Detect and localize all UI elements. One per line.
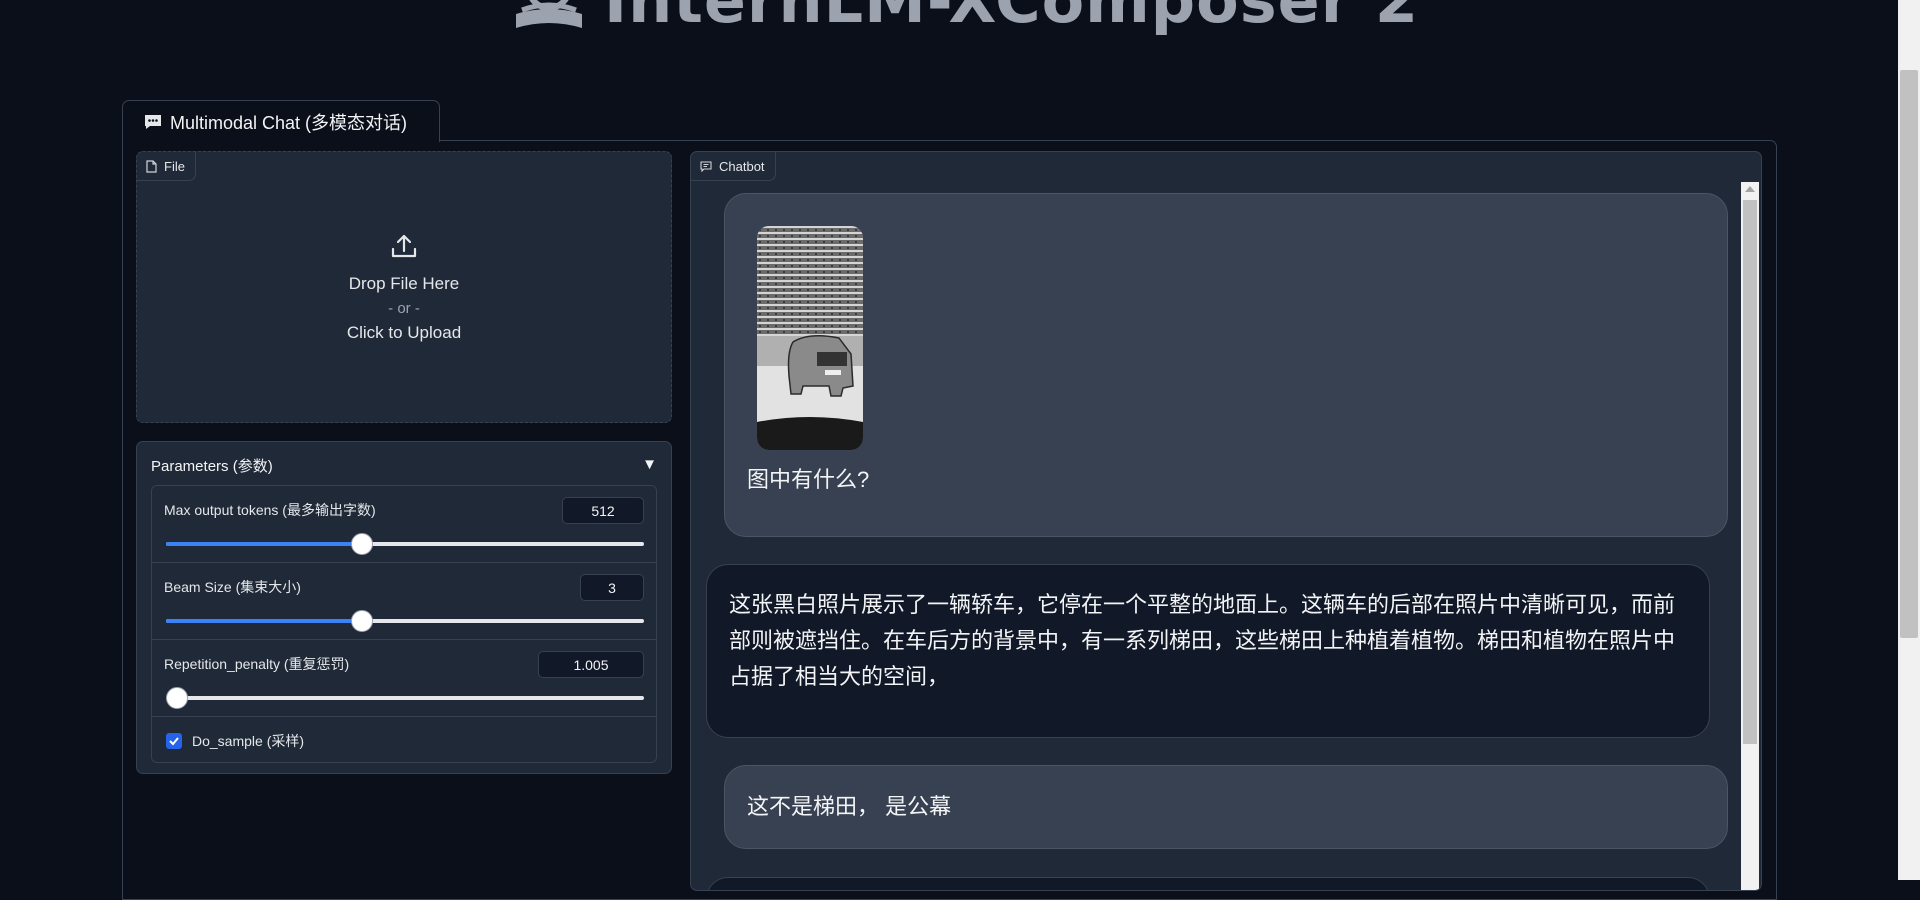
slider-fill xyxy=(166,619,362,623)
parameters-title[interactable]: Parameters (参数) xyxy=(151,455,273,476)
slider-max-output-tokens: Max output tokens (最多输出字数) 512 xyxy=(152,486,656,563)
message-text: 图中有什么? xyxy=(747,467,870,492)
slider-repetition-penalty: Repetition_penalty (重复惩罚) 1.005 xyxy=(152,640,656,717)
max-tokens-number-input[interactable]: 512 xyxy=(562,497,644,524)
repetition-penalty-number-input[interactable]: 1.005 xyxy=(538,651,644,678)
accordion-toggle-icon[interactable]: ▼ xyxy=(642,456,657,473)
chat-scrollbar-thumb[interactable] xyxy=(1743,200,1757,744)
message-text: 这不是梯田， 是公幕 xyxy=(747,794,952,819)
slider-thumb[interactable] xyxy=(350,533,373,555)
chatbot-label: Chatbot xyxy=(719,158,765,174)
chat-message-bot: 这张黑白照片展示了一辆轿车，它停在一个平整的地面上。这辆车的后部在照片中清晰可见… xyxy=(706,564,1710,738)
do-sample-label: Do_sample (采样) xyxy=(192,732,305,749)
slider-track[interactable] xyxy=(166,610,644,632)
scroll-up-arrow-icon[interactable] xyxy=(1745,186,1755,192)
chatbot-block-label: Chatbot xyxy=(691,152,776,181)
slider-fill xyxy=(166,542,362,546)
tab-label: Multimodal Chat (多模态对话) xyxy=(170,112,408,133)
file-block-label: File xyxy=(137,152,196,181)
slider-track[interactable] xyxy=(166,533,644,555)
parameters-accordion: Parameters (参数) ▼ Max output tokens (最多输… xyxy=(136,441,672,774)
do-sample-row: Do_sample (采样) xyxy=(152,717,656,762)
logo-icon xyxy=(516,0,582,28)
checkmark-icon xyxy=(169,736,179,745)
file-label: File xyxy=(164,158,185,174)
upload-icon xyxy=(391,234,417,258)
file-upload-dropzone[interactable]: File Drop File Here - or - Click to Uplo… xyxy=(136,151,672,423)
click-to-upload-text[interactable]: Click to Upload xyxy=(347,323,461,343)
slider-label: Beam Size (集束大小) xyxy=(164,579,301,595)
slider-thumb[interactable] xyxy=(166,687,188,709)
beam-size-number-input[interactable]: 3 xyxy=(580,574,644,601)
app-title: InternLM-XComposer 2 xyxy=(604,0,1420,37)
tab-multimodal-chat[interactable]: Multimodal Chat (多模态对话) xyxy=(122,100,440,142)
slider-beam-size: Beam Size (集束大小) 3 xyxy=(152,563,656,640)
uploaded-image-thumbnail[interactable] xyxy=(757,226,863,450)
drop-file-text: Drop File Here xyxy=(348,274,460,293)
slider-track[interactable] xyxy=(166,687,644,709)
do-sample-checkbox[interactable] xyxy=(166,732,182,749)
or-text: - or - xyxy=(388,300,420,317)
slider-label: Max output tokens (最多输出字数) xyxy=(164,502,376,518)
file-icon xyxy=(146,159,157,173)
page-scrollbar-thumb[interactable] xyxy=(1900,70,1918,638)
parameters-body: Max output tokens (最多输出字数) 512 Beam Size… xyxy=(151,485,657,763)
chat-scrollbar[interactable] xyxy=(1741,182,1759,890)
message-text: 这张黑白照片展示了一辆轿车，它停在一个平整的地面上。这辆车的后部在照片中清晰可见… xyxy=(729,592,1676,689)
app-header: InternLM-XComposer 2 xyxy=(0,0,1920,60)
chat-message-user: 图中有什么? xyxy=(724,193,1728,537)
chat-message-bot xyxy=(706,877,1710,890)
chat-icon xyxy=(700,160,712,172)
chatbot-panel: Chatbot 图中有什么? 这张黑白照片展示了一辆轿车，它停在一个平整的地面上… xyxy=(690,151,1762,891)
chat-bubble-icon xyxy=(145,114,161,129)
slider-thumb[interactable] xyxy=(350,610,373,632)
slider-label: Repetition_penalty (重复惩罚) xyxy=(164,656,350,672)
chat-message-user: 这不是梯田， 是公幕 xyxy=(724,765,1728,849)
car-photo-image xyxy=(757,226,863,450)
